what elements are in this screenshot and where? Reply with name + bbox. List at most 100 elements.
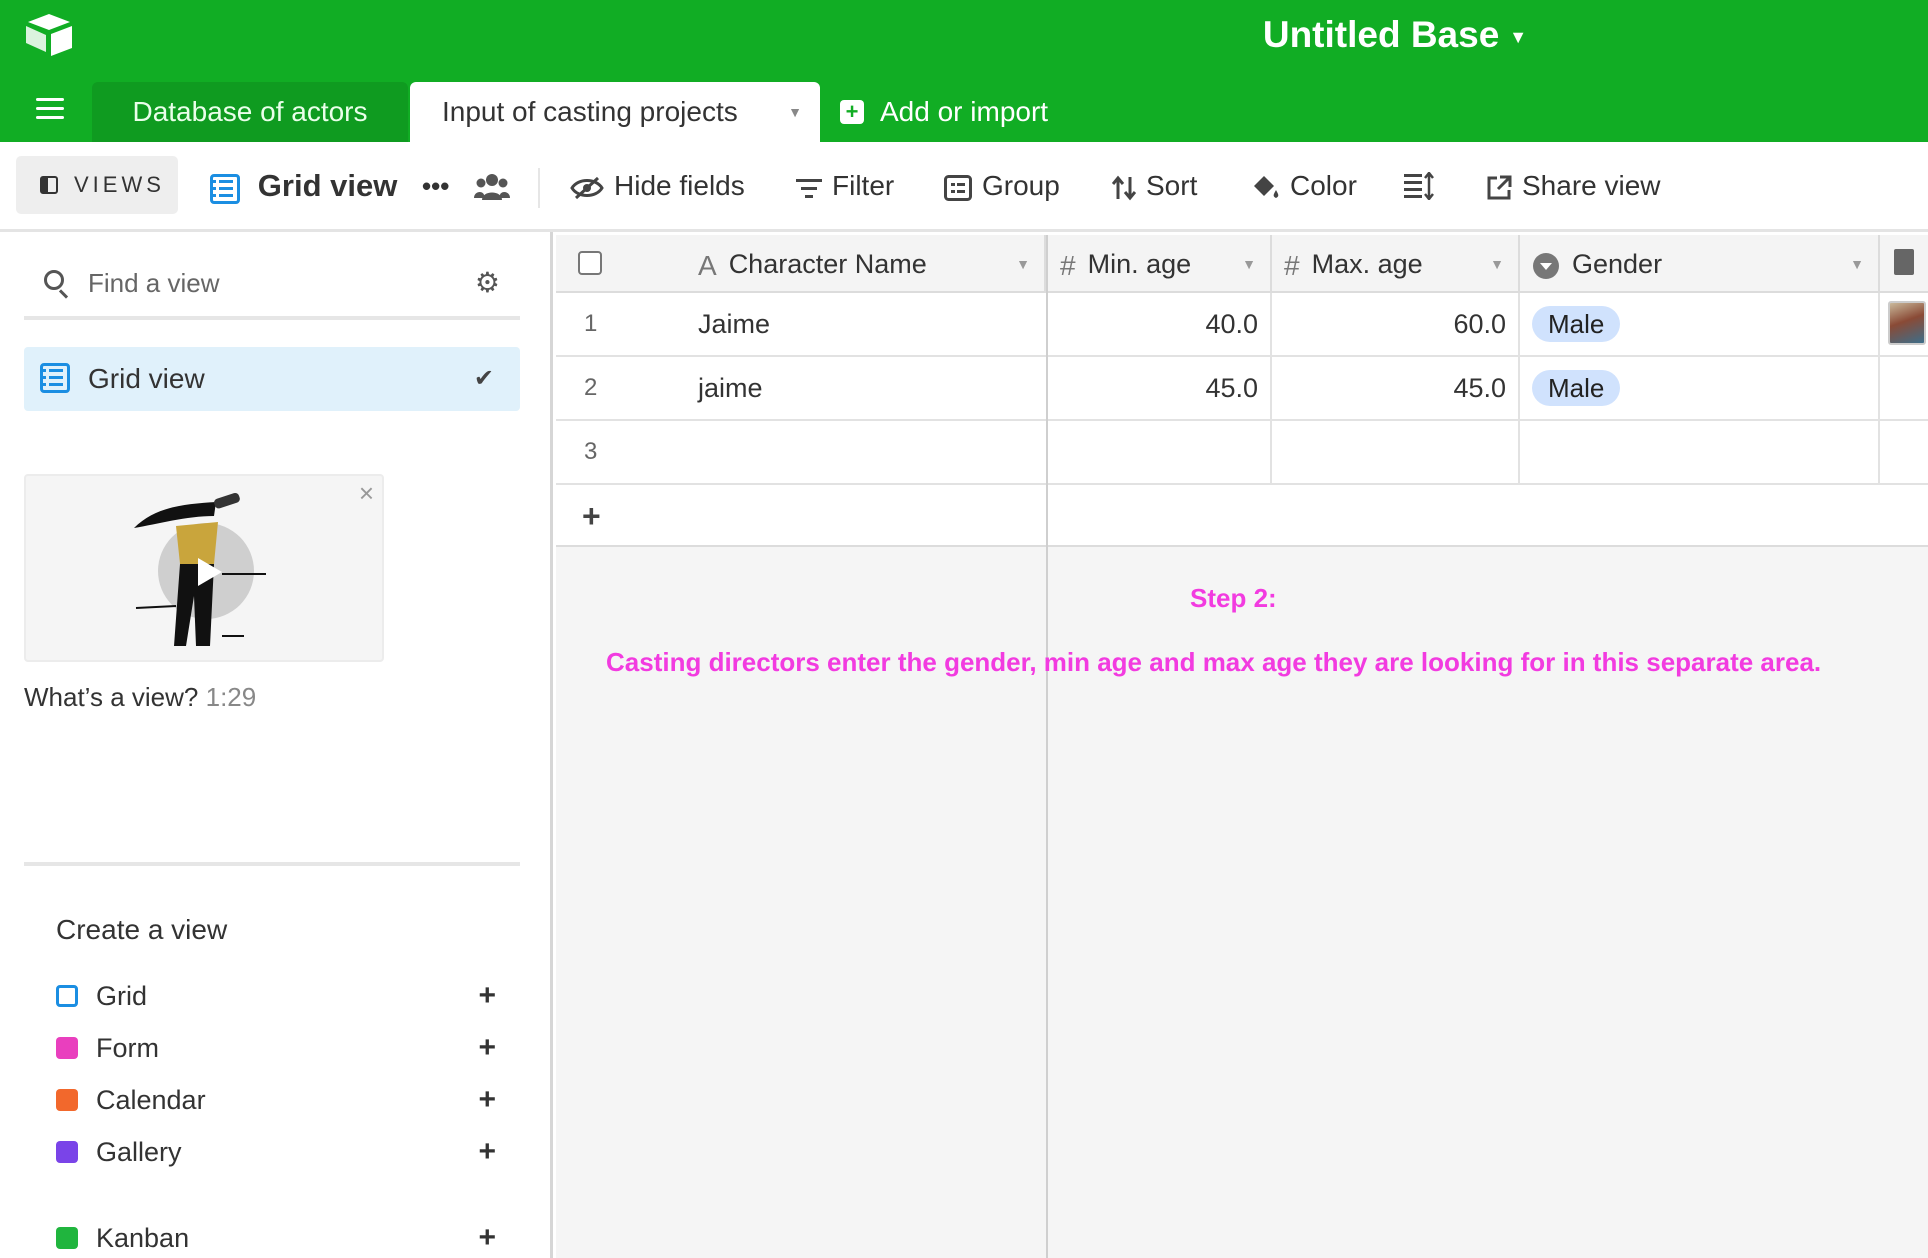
group-button[interactable]: Group	[944, 164, 1060, 208]
base-title-text[interactable]: Untitled Base	[1263, 14, 1499, 55]
column-header-gender[interactable]: Gender ▼	[1520, 235, 1880, 293]
filter-label: Filter	[832, 170, 895, 201]
current-view-label: Grid view	[257, 168, 398, 203]
cell-attachment[interactable]	[1880, 421, 1928, 483]
sort-button[interactable]: Sort	[1112, 164, 1197, 208]
hamburger-menu-icon[interactable]	[36, 98, 64, 120]
tab-label: Database of actors	[132, 96, 368, 127]
plus-icon[interactable]: +	[478, 1080, 496, 1120]
plus-icon[interactable]: +	[478, 1028, 496, 1068]
annotation-description: Casting directors enter the gender, min …	[606, 647, 1822, 677]
cell-min-age[interactable]: 45.0	[1048, 357, 1272, 419]
cell-max-age[interactable]: 45.0	[1272, 357, 1520, 419]
chevron-down-icon[interactable]: ▼	[1242, 235, 1256, 293]
find-view-search[interactable]: Find a view ⚙	[24, 260, 520, 306]
column-label: Character Name	[728, 249, 927, 279]
sort-arrows-icon	[1112, 175, 1136, 200]
paint-bucket-icon	[1254, 175, 1279, 198]
grid-view-icon	[210, 173, 240, 204]
frozen-column-divider	[1046, 235, 1048, 1258]
close-icon[interactable]: ×	[359, 478, 374, 509]
create-kanban-view-item[interactable]: Kanban +	[56, 1218, 496, 1258]
base-title[interactable]: Untitled Base ▼	[0, 12, 1928, 58]
checkmark-icon: ✔	[473, 365, 494, 392]
chevron-down-icon[interactable]: ▼	[1850, 235, 1864, 293]
sidebar-item-grid-view[interactable]: Grid view ✔	[24, 347, 520, 411]
video-duration: 1:29	[205, 682, 257, 712]
tutorial-video-card[interactable]: ×	[24, 474, 384, 662]
sidebar-divider	[24, 862, 520, 866]
video-caption[interactable]: What’s a view? 1:29	[24, 682, 256, 713]
woman-with-telescope-illustration-icon	[134, 492, 266, 646]
cell-gender[interactable]: Male	[1520, 357, 1880, 419]
view-toolbar: VIEWS Grid view ••• Hide fields Filter G…	[0, 142, 1928, 232]
column-header-attachment[interactable]	[1880, 235, 1928, 293]
tab-input-of-casting-projects[interactable]: Input of casting projects ▼	[410, 82, 820, 142]
collaborators-people-icon[interactable]	[474, 172, 510, 202]
find-view-input[interactable]: Find a view	[88, 268, 220, 298]
create-item-label: Grid	[96, 981, 148, 1011]
single-select-icon	[1533, 252, 1559, 279]
table-row[interactable]: 1 Jaime 40.0 60.0 Male	[556, 293, 1928, 357]
hide-fields-label: Hide fields	[614, 170, 745, 201]
cell-gender[interactable]: Male	[1520, 293, 1880, 355]
select-all-checkbox[interactable]	[578, 251, 602, 275]
cell-character-name[interactable]	[692, 421, 1048, 483]
plus-box-icon: +	[840, 99, 864, 124]
form-view-icon	[56, 1036, 78, 1059]
create-calendar-view-item[interactable]: Calendar +	[56, 1080, 496, 1120]
color-button[interactable]: Color	[1250, 164, 1357, 208]
column-header-max-age[interactable]: # Max. age ▼	[1272, 235, 1520, 293]
eye-slash-icon	[570, 176, 604, 199]
tab-chevron-down-icon[interactable]: ▼	[788, 82, 802, 142]
create-item-label: Form	[96, 1033, 159, 1063]
number-field-icon: #	[1284, 249, 1300, 281]
view-more-options-icon[interactable]: •••	[422, 164, 449, 208]
chevron-down-icon[interactable]: ▼	[1509, 27, 1527, 47]
plus-icon[interactable]: +	[478, 976, 496, 1016]
cell-min-age[interactable]	[1048, 421, 1272, 483]
attachment-thumbnail[interactable]	[1888, 301, 1926, 345]
row-height-icon[interactable]	[1404, 172, 1434, 200]
cell-character-name[interactable]: Jaime	[692, 293, 1048, 355]
plus-icon[interactable]: +	[478, 1218, 496, 1258]
add-record-row[interactable]: +	[556, 485, 1928, 547]
add-or-import-label: Add or import	[880, 96, 1049, 127]
add-record-plus-icon[interactable]: +	[582, 485, 601, 547]
filter-button[interactable]: Filter	[796, 164, 894, 208]
create-form-view-item[interactable]: Form +	[56, 1028, 496, 1068]
chevron-down-icon[interactable]: ▼	[1016, 235, 1030, 293]
number-field-icon: #	[1060, 249, 1076, 281]
views-toggle-button[interactable]: VIEWS	[16, 156, 178, 214]
search-icon	[44, 270, 64, 290]
column-label: Max. age	[1311, 249, 1423, 279]
column-header-min-age[interactable]: # Min. age ▼	[1048, 235, 1272, 293]
cell-attachment[interactable]	[1880, 293, 1928, 355]
text-field-icon: A	[698, 249, 717, 281]
current-view-switcher[interactable]: Grid view	[210, 164, 397, 208]
filter-icon	[796, 178, 822, 198]
table-row[interactable]: 3	[556, 421, 1928, 485]
gender-pill: Male	[1532, 370, 1621, 406]
tab-database-of-actors[interactable]: Database of actors	[92, 82, 408, 142]
annotation-step-label: Step 2:	[1190, 583, 1277, 613]
cell-max-age[interactable]	[1272, 421, 1520, 483]
grid-table: A Character Name ▼ # Min. age ▼ # Max. age …	[556, 235, 1928, 1258]
cell-gender[interactable]	[1520, 421, 1880, 483]
chevron-down-icon[interactable]: ▼	[1490, 235, 1504, 293]
table-row[interactable]: 2 jaime 45.0 45.0 Male	[556, 357, 1928, 421]
hide-fields-button[interactable]: Hide fields	[570, 164, 745, 208]
cell-max-age[interactable]: 60.0	[1272, 293, 1520, 355]
add-or-import-button[interactable]: + Add or import	[840, 94, 1048, 130]
create-item-label: Gallery	[96, 1137, 182, 1167]
cell-character-name[interactable]: jaime	[692, 357, 1048, 419]
create-grid-view-item[interactable]: Grid +	[56, 976, 496, 1016]
cell-min-age[interactable]: 40.0	[1048, 293, 1272, 355]
create-gallery-view-item[interactable]: Gallery +	[56, 1132, 496, 1172]
share-view-button[interactable]: Share view	[1486, 164, 1661, 208]
column-header-character-name[interactable]: A Character Name ▼	[556, 235, 1046, 293]
plus-icon[interactable]: +	[478, 1132, 496, 1172]
cell-attachment[interactable]	[1880, 357, 1928, 419]
gear-icon[interactable]: ⚙	[475, 260, 500, 306]
share-external-icon	[1487, 175, 1512, 200]
